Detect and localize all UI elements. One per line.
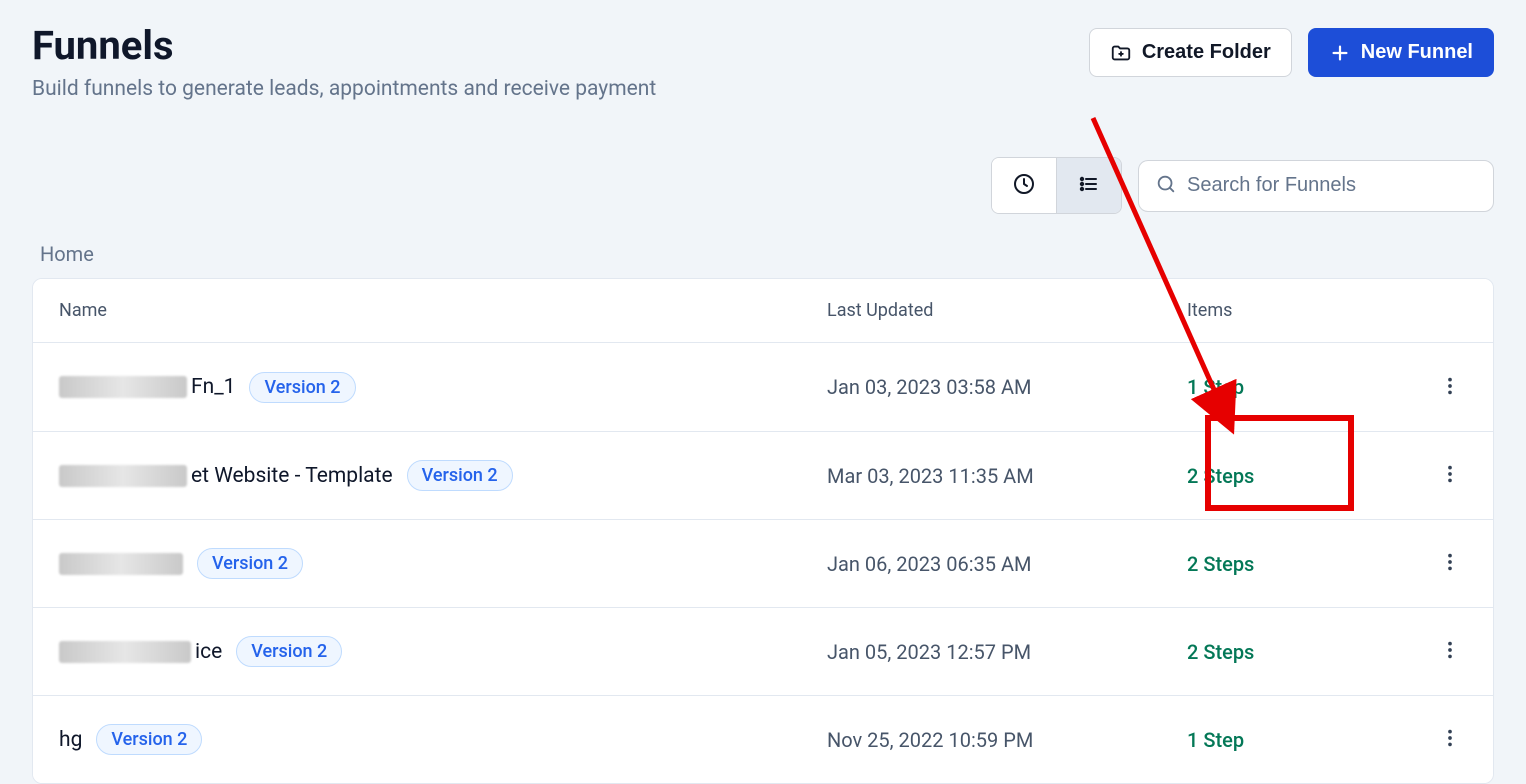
redacted-text — [59, 376, 187, 398]
table-row[interactable]: hg Version 2 Nov 25, 2022 10:59 PM1 Step — [33, 695, 1493, 783]
col-name: Name — [59, 300, 827, 321]
funnel-name: Fn_1 — [191, 375, 235, 399]
funnel-name: ice — [195, 640, 222, 664]
search-input[interactable] — [1187, 174, 1477, 197]
last-updated: Nov 25, 2022 10:59 PM — [827, 728, 1187, 752]
version-badge: Version 2 — [407, 460, 513, 491]
table-row[interactable]: et Website - Template Version 2 Mar 03, 20… — [33, 431, 1493, 519]
items-count: 2 Steps — [1187, 552, 1387, 576]
breadcrumb-home[interactable]: Home — [40, 242, 1494, 266]
more-vertical-icon — [1439, 639, 1461, 661]
last-updated: Jan 03, 2023 03:58 AM — [827, 375, 1187, 399]
row-more-menu[interactable] — [1433, 545, 1467, 582]
new-funnel-label: New Funnel — [1361, 41, 1473, 64]
funnel-name: et Website - Template — [191, 464, 393, 488]
items-count: 2 Steps — [1187, 640, 1387, 664]
table-row[interactable]: ice Version 2 Jan 05, 2023 12:57 PM2 Steps — [33, 607, 1493, 695]
view-list-button[interactable] — [1056, 158, 1121, 213]
more-vertical-icon — [1439, 727, 1461, 749]
funnel-name-cell: ice Version 2 — [59, 636, 827, 667]
items-count: 1 Step — [1187, 375, 1387, 399]
row-more-menu[interactable] — [1433, 633, 1467, 670]
last-updated: Jan 05, 2023 12:57 PM — [827, 640, 1187, 664]
row-more-menu[interactable] — [1433, 369, 1467, 406]
table-row[interactable]: Fn_1 Version 2 Jan 03, 2023 03:58 AM1 Step — [33, 343, 1493, 431]
version-badge: Version 2 — [249, 372, 355, 403]
col-updated: Last Updated — [827, 300, 1187, 321]
search-field[interactable] — [1138, 160, 1494, 212]
row-more-menu[interactable] — [1433, 721, 1467, 758]
funnel-name-cell: hg Version 2 — [59, 724, 827, 755]
plus-icon — [1329, 42, 1351, 64]
more-vertical-icon — [1439, 551, 1461, 573]
search-icon — [1155, 173, 1177, 199]
funnel-name-cell: et Website - Template Version 2 — [59, 460, 827, 491]
last-updated: Mar 03, 2023 11:35 AM — [827, 464, 1187, 488]
version-badge: Version 2 — [197, 548, 303, 579]
folder-plus-icon — [1110, 42, 1132, 64]
list-icon — [1077, 172, 1101, 199]
page-subtitle: Build funnels to generate leads, appoint… — [32, 77, 656, 101]
redacted-text — [59, 641, 191, 663]
new-funnel-button[interactable]: New Funnel — [1308, 28, 1494, 77]
version-badge: Version 2 — [96, 724, 202, 755]
clock-icon — [1012, 172, 1036, 199]
view-toggle — [991, 157, 1122, 214]
create-folder-label: Create Folder — [1142, 41, 1271, 64]
items-count: 1 Step — [1187, 728, 1387, 752]
page-title: Funnels — [32, 22, 656, 69]
funnel-name: hg — [59, 728, 82, 752]
version-badge: Version 2 — [236, 636, 342, 667]
table-row[interactable]: Version 2 Jan 06, 2023 06:35 AM2 Steps — [33, 519, 1493, 607]
col-items: Items — [1187, 300, 1387, 321]
create-folder-button[interactable]: Create Folder — [1089, 28, 1292, 77]
funnel-name-cell: Version 2 — [59, 548, 827, 579]
redacted-text — [59, 553, 183, 575]
funnel-name-cell: Fn_1 Version 2 — [59, 372, 827, 403]
more-vertical-icon — [1439, 463, 1461, 485]
items-count: 2 Steps — [1187, 464, 1387, 488]
more-vertical-icon — [1439, 375, 1461, 397]
redacted-text — [59, 465, 187, 487]
view-recent-button[interactable] — [992, 158, 1056, 213]
row-more-menu[interactable] — [1433, 457, 1467, 494]
last-updated: Jan 06, 2023 06:35 AM — [827, 552, 1187, 576]
funnels-table: Name Last Updated Items Fn_1 Version 2 Jan… — [32, 278, 1494, 784]
